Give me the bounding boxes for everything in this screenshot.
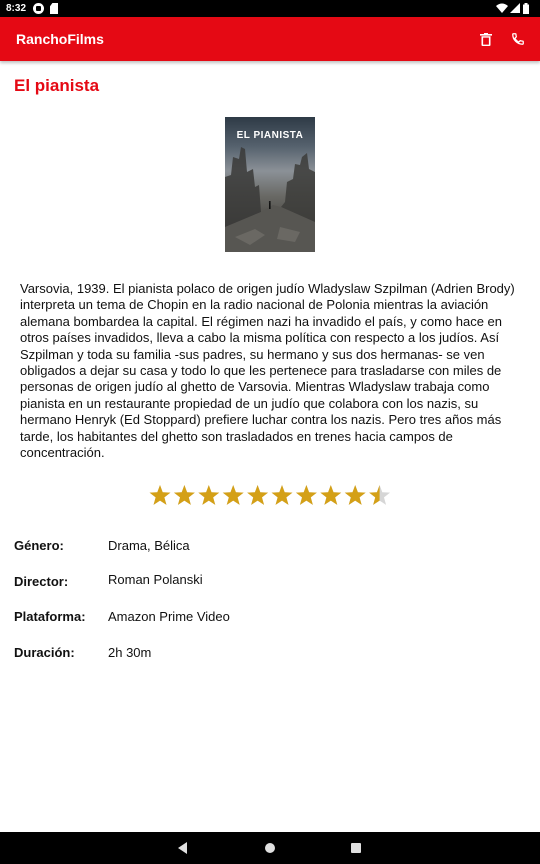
director-label: Director: [14,574,69,589]
movie-poster: EL PIANISTA [225,117,315,252]
star-4-filled[interactable] [222,485,244,505]
rating-stars [149,485,391,505]
duration-label: Duración: [14,645,75,660]
genre-value: Drama, Bélica [108,538,190,553]
star-6-filled[interactable] [271,485,293,505]
google-play-icon [33,3,44,14]
detail-row-platform: Plataforma: Amazon Prime Video [14,609,514,635]
recents-icon[interactable] [348,840,364,856]
wifi-icon [496,3,508,13]
movie-synopsis: Varsovia, 1939. El pianista polaco de or… [20,281,515,461]
duration-value: 2h 30m [108,645,152,660]
director-value: Roman Polanski [108,572,203,587]
detail-row-genre: Género: Drama, Bélica [14,538,514,564]
status-bar: 8:32 [0,0,540,17]
delete-button[interactable] [474,27,498,51]
app-bar: RanchoFilms [0,17,540,61]
battery-icon [523,3,529,14]
star-5-filled[interactable] [247,485,269,505]
screen: 8:32 RanchoFilms El pianista EL PIANISTA… [0,0,540,864]
star-8-filled[interactable] [320,485,342,505]
rating-bar[interactable] [148,483,392,509]
platform-label: Plataforma: [14,609,86,624]
movie-title: El pianista [14,76,100,95]
star-9-filled[interactable] [344,485,366,505]
phone-icon [512,33,524,45]
status-time: 8:32 [6,3,27,14]
poster-title: EL PIANISTA [236,130,304,141]
star-1-filled[interactable] [149,485,171,505]
sd-card-icon [50,3,58,14]
platform-value: Amazon Prime Video [108,609,230,624]
back-icon[interactable] [175,840,191,856]
trash-icon [480,32,492,46]
detail-row-director: Director: Roman Polanski [14,572,514,598]
home-icon[interactable] [262,840,278,856]
star-7-filled[interactable] [295,485,317,505]
app-title: RanchoFilms [16,31,104,47]
star-2-filled[interactable] [173,485,195,505]
star-3-filled[interactable] [198,485,220,505]
call-button[interactable] [506,27,530,51]
signal-icon [510,3,520,13]
navigation-bar [0,832,540,864]
genre-label: Género: [14,538,64,553]
detail-row-duration: Duración: 2h 30m [14,645,514,671]
